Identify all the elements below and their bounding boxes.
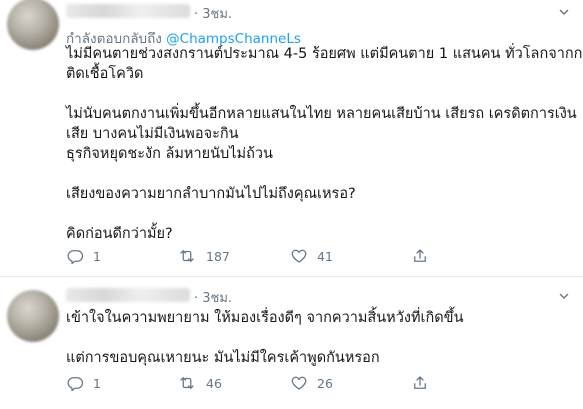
tweet-line: เสียงของความยากลำบากมันไปไม่ถึงคุณเหรอ? bbox=[66, 186, 356, 202]
share-icon bbox=[411, 247, 429, 265]
tweet-actions: 1 46 26 bbox=[66, 374, 506, 394]
reply-icon bbox=[66, 247, 84, 265]
tweet-line: ธุรกิจหยุดชะงัก ล้มหายนับไม่ถ้วน bbox=[66, 146, 273, 162]
retweet-count: 187 bbox=[206, 248, 230, 264]
avatar[interactable] bbox=[7, 290, 59, 342]
author-name-redacted[interactable] bbox=[66, 4, 190, 18]
reply-button[interactable]: 1 bbox=[66, 247, 101, 265]
retweet-button[interactable]: 46 bbox=[177, 374, 222, 392]
reply-count: 1 bbox=[93, 248, 101, 264]
share-button[interactable] bbox=[411, 247, 429, 265]
reply-button[interactable]: 1 bbox=[66, 374, 101, 392]
like-button[interactable]: 41 bbox=[290, 247, 333, 265]
tweet-line: เสีย บางคนไม่มีเงินพอจะกิน bbox=[66, 126, 239, 142]
share-icon bbox=[411, 374, 429, 392]
like-icon bbox=[290, 374, 308, 392]
tweet-text: ไม่มีคนตายช่วงสงกรานต์ประมาณ 4-5 ร้อยศพ … bbox=[66, 44, 583, 244]
tweet-timestamp[interactable]: · 3ชม. bbox=[194, 3, 232, 24]
chevron-down-icon[interactable] bbox=[559, 7, 569, 17]
reply-icon bbox=[66, 374, 84, 392]
retweet-count: 46 bbox=[206, 375, 222, 391]
retweet-button[interactable]: 187 bbox=[177, 247, 230, 265]
like-button[interactable]: 26 bbox=[290, 374, 333, 392]
share-button[interactable] bbox=[411, 374, 429, 392]
retweet-icon bbox=[177, 247, 197, 265]
tweet-actions: 1 187 41 bbox=[66, 247, 506, 267]
retweet-icon bbox=[177, 374, 197, 392]
author-name-redacted[interactable] bbox=[66, 288, 190, 302]
like-icon bbox=[290, 247, 308, 265]
avatar[interactable] bbox=[7, 0, 59, 50]
tweet-line: ติดเชื้อโควิด bbox=[66, 66, 144, 82]
like-count: 26 bbox=[317, 375, 333, 391]
tweet-line: แต่การขอบคุณเหายนะ มันไม่มีใครเค้าพูดกัน… bbox=[66, 350, 380, 366]
tweet[interactable]: · 3ชม. เข้าใจในความพยายาม ให้มองเรื่องดี… bbox=[0, 277, 583, 409]
tweet-timestamp[interactable]: · 3ชม. bbox=[194, 287, 232, 308]
reply-count: 1 bbox=[93, 375, 101, 391]
tweet-text: เข้าใจในความพยายาม ให้มองเรื่องดีๆ จากคว… bbox=[66, 308, 571, 368]
chevron-down-icon[interactable] bbox=[559, 291, 569, 301]
tweet-line: เข้าใจในความพยายาม ให้มองเรื่องดีๆ จากคว… bbox=[66, 310, 464, 326]
tweet-line: คิดก่อนดีกว่ามั้ย? bbox=[66, 226, 173, 242]
tweet-line: ไม่นับคนตกงานเพิ่มขึ้นอีกหลายแสนในไทย หล… bbox=[66, 106, 577, 122]
tweet[interactable]: · 3ชม. กำลังตอบกลับถึง @ChampsChanneLs ไ… bbox=[0, 0, 583, 277]
tweet-line: ไม่มีคนตายช่วงสงกรานต์ประมาณ 4-5 ร้อยศพ … bbox=[66, 46, 583, 62]
like-count: 41 bbox=[317, 248, 333, 264]
